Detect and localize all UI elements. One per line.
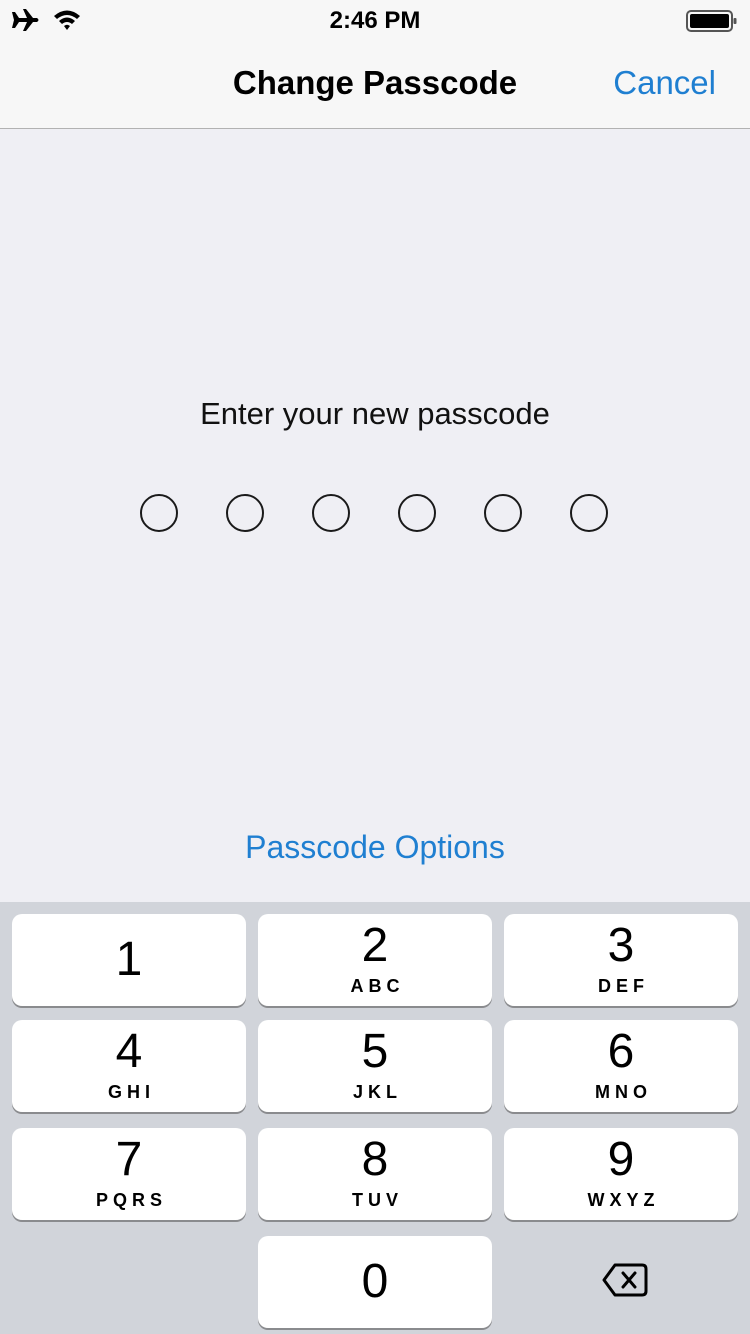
- passcode-dots: [140, 494, 610, 532]
- key-digit: 0: [361, 1255, 389, 1308]
- key-8[interactable]: 8 TUV: [258, 1128, 492, 1220]
- key-digit: 5: [361, 1025, 389, 1078]
- key-digit: 2: [361, 919, 389, 972]
- key-0[interactable]: 0: [258, 1236, 492, 1328]
- key-letters: DEF: [598, 976, 649, 996]
- delete-button[interactable]: [504, 1236, 738, 1328]
- key-5[interactable]: 5 JKL: [258, 1020, 492, 1112]
- passcode-dot: [312, 494, 350, 532]
- key-digit: 3: [607, 919, 635, 972]
- delete-backspace-icon: [602, 1263, 648, 1297]
- key-6[interactable]: 6 MNO: [504, 1020, 738, 1112]
- key-letters: MNO: [595, 1082, 652, 1102]
- navigation-bar: Change Passcode Cancel: [0, 40, 750, 129]
- cancel-button[interactable]: Cancel: [613, 64, 716, 102]
- passcode-dot: [570, 494, 608, 532]
- key-letters: WXYZ: [587, 1190, 660, 1210]
- key-digit: 9: [607, 1133, 635, 1186]
- numeric-keypad: 1 2 ABC 3 DEF 4 GHI 5 JKL 6 MNO 7 PQRS 8…: [0, 902, 750, 1334]
- key-1[interactable]: 1: [12, 914, 246, 1006]
- passcode-options-link[interactable]: Passcode Options: [0, 829, 750, 866]
- key-letters: TUV: [352, 1190, 403, 1210]
- key-letters: PQRS: [95, 1190, 167, 1210]
- key-letters: GHI: [107, 1082, 155, 1102]
- status-bar: 2:46 PM: [0, 0, 750, 40]
- passcode-dot: [484, 494, 522, 532]
- key-7[interactable]: 7 PQRS: [12, 1128, 246, 1220]
- status-time: 2:46 PM: [329, 7, 421, 34]
- key-4[interactable]: 4 GHI: [12, 1020, 246, 1112]
- key-digit: 8: [361, 1133, 389, 1186]
- key-digit: 1: [115, 933, 143, 986]
- passcode-dot: [398, 494, 436, 532]
- key-digit: 7: [115, 1133, 143, 1186]
- key-2[interactable]: 2 ABC: [258, 914, 492, 1006]
- key-digit: 4: [115, 1025, 143, 1078]
- key-letters: ABC: [350, 976, 405, 996]
- key-letters: JKL: [352, 1082, 402, 1102]
- passcode-prompt: Enter your new passcode: [200, 396, 550, 431]
- key-3[interactable]: 3 DEF: [504, 914, 738, 1006]
- battery-icon: [686, 10, 737, 32]
- passcode-dot: [140, 494, 178, 532]
- key-digit: 6: [607, 1025, 635, 1078]
- passcode-dot: [226, 494, 264, 532]
- key-9[interactable]: 9 WXYZ: [504, 1128, 738, 1220]
